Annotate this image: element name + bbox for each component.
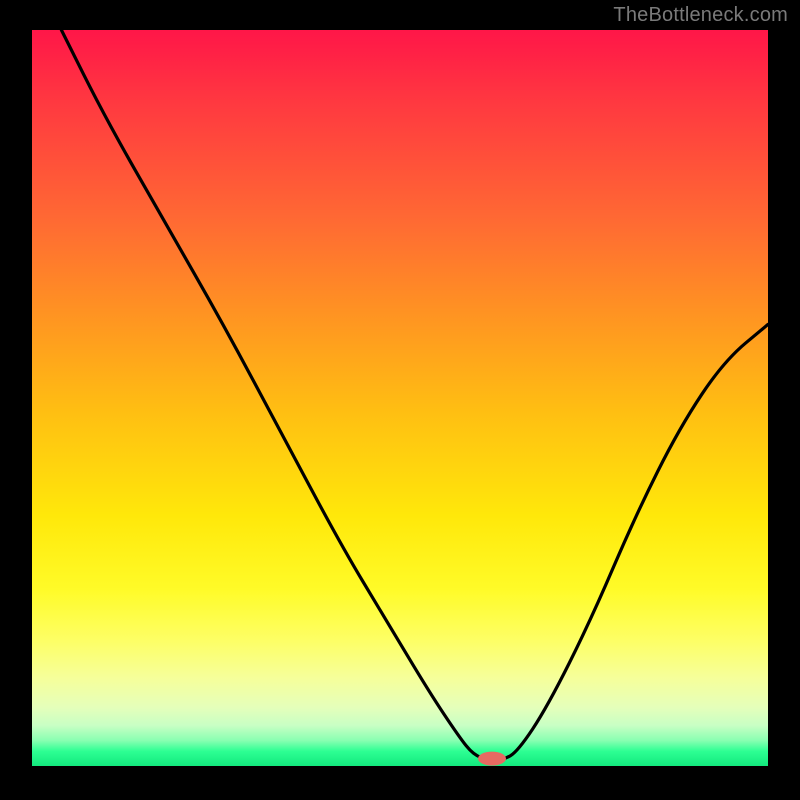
curve-svg [32,30,768,766]
optimal-marker [478,752,506,766]
chart-frame: TheBottleneck.com [0,0,800,800]
watermark-text: TheBottleneck.com [613,4,788,27]
bottleneck-curve [61,30,768,760]
